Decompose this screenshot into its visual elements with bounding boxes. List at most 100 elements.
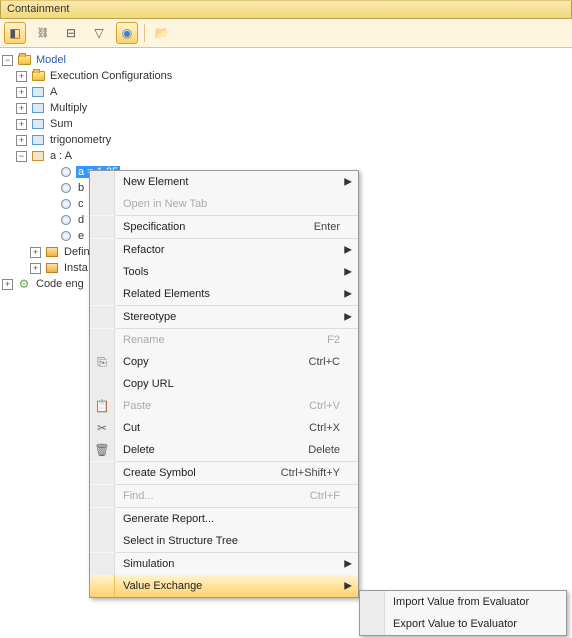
leaf-icon bbox=[44, 231, 55, 242]
expand-icon[interactable]: + bbox=[2, 279, 13, 290]
collapse-icon[interactable]: − bbox=[16, 151, 27, 162]
package-icon bbox=[31, 86, 45, 98]
blank-icon bbox=[90, 193, 115, 215]
expand-icon[interactable]: + bbox=[16, 135, 27, 146]
slot-icon bbox=[59, 214, 73, 226]
tree-node[interactable]: + trigonometry bbox=[2, 132, 570, 148]
expand-icon[interactable]: + bbox=[16, 71, 27, 82]
menu-copy[interactable]: ⎘ Copy Ctrl+C bbox=[90, 351, 358, 373]
blank-icon bbox=[90, 575, 115, 597]
package-icon bbox=[31, 118, 45, 130]
blank-icon bbox=[360, 591, 385, 613]
submenu-arrow-icon: ▶ bbox=[344, 289, 352, 300]
blank-icon bbox=[90, 239, 115, 261]
tree-root[interactable]: − Model bbox=[2, 52, 570, 68]
expand-icon[interactable]: + bbox=[30, 263, 41, 274]
cut-icon: ✂ bbox=[90, 417, 115, 439]
menu-copy-url[interactable]: Copy URL bbox=[90, 373, 358, 395]
tree-label: Insta bbox=[62, 262, 90, 274]
tree-node[interactable]: + Sum bbox=[2, 116, 570, 132]
folder-icon bbox=[31, 70, 45, 82]
blank-icon bbox=[90, 283, 115, 305]
toolbar: ◧ ⛓ ⊟ ▽ ◉ 📂 bbox=[0, 19, 572, 48]
tree-node[interactable]: + Execution Configurations bbox=[2, 68, 570, 84]
folder-open-icon: 📂 bbox=[155, 26, 170, 40]
tree-label: Execution Configurations bbox=[48, 70, 174, 82]
filter-icon: ▽ bbox=[94, 26, 103, 40]
paste-icon: 📋 bbox=[90, 395, 115, 417]
submenu-export-value[interactable]: Export Value to Evaluator bbox=[360, 613, 566, 635]
blank-icon bbox=[90, 329, 115, 351]
leaf-icon bbox=[44, 215, 55, 226]
toolbar-btn-2[interactable]: ⛓ bbox=[32, 22, 54, 44]
tree-label: trigonometry bbox=[48, 134, 113, 146]
submenu-arrow-icon: ▶ bbox=[344, 312, 352, 323]
tree-label: e bbox=[76, 230, 86, 242]
toolbar-btn-5[interactable]: ◉ bbox=[116, 22, 138, 44]
submenu-arrow-icon: ▶ bbox=[344, 245, 352, 256]
blank-icon bbox=[90, 462, 115, 484]
blank-icon bbox=[90, 530, 115, 552]
context-menu: New Element ▶ Open in New Tab Specificat… bbox=[89, 170, 359, 598]
menu-related-elements[interactable]: Related Elements ▶ bbox=[90, 283, 358, 305]
definition-icon bbox=[45, 246, 59, 258]
tree-label: c bbox=[76, 198, 86, 210]
tree-label: Sum bbox=[48, 118, 75, 130]
toolbar-separator bbox=[144, 24, 145, 42]
toolbar-btn-4[interactable]: ▽ bbox=[88, 22, 110, 44]
instance-icon bbox=[31, 150, 45, 162]
slot-icon bbox=[59, 198, 73, 210]
menu-create-symbol[interactable]: Create Symbol Ctrl+Shift+Y bbox=[90, 462, 358, 484]
tree-node[interactable]: + A bbox=[2, 84, 570, 100]
leaf-icon bbox=[44, 183, 55, 194]
slot-icon bbox=[59, 166, 73, 178]
tree-label: Multiply bbox=[48, 102, 89, 114]
expand-icon[interactable]: + bbox=[30, 247, 41, 258]
model-icon bbox=[17, 54, 31, 66]
tree-label: d bbox=[76, 214, 86, 226]
tree-node[interactable]: + Multiply bbox=[2, 100, 570, 116]
slot-icon bbox=[59, 182, 73, 194]
toolbar-btn-1[interactable]: ◧ bbox=[4, 22, 26, 44]
trash-icon: 🗑 bbox=[90, 439, 115, 461]
panel-title: Containment bbox=[0, 0, 572, 19]
menu-tools[interactable]: Tools ▶ bbox=[90, 261, 358, 283]
value-exchange-submenu: Import Value from Evaluator Export Value… bbox=[359, 590, 567, 636]
menu-cut[interactable]: ✂ Cut Ctrl+X bbox=[90, 417, 358, 439]
menu-find: Find... Ctrl+F bbox=[90, 485, 358, 507]
package-icon bbox=[31, 134, 45, 146]
tree-node-instance[interactable]: − a : A bbox=[2, 148, 570, 164]
submenu-arrow-icon: ▶ bbox=[344, 559, 352, 570]
link-icon: ⛓ bbox=[37, 28, 50, 39]
submenu-arrow-icon: ▶ bbox=[344, 267, 352, 278]
copy-icon: ⎘ bbox=[90, 351, 115, 373]
toolbar-btn-open[interactable]: 📂 bbox=[151, 22, 173, 44]
submenu-arrow-icon: ▶ bbox=[344, 581, 352, 592]
menu-new-element[interactable]: New Element ▶ bbox=[90, 171, 358, 193]
blank-icon bbox=[90, 553, 115, 575]
menu-specification[interactable]: Specification Enter bbox=[90, 216, 358, 238]
gear-icon: ⚙ bbox=[17, 278, 31, 290]
expand-icon[interactable]: + bbox=[16, 87, 27, 98]
menu-generate-report[interactable]: Generate Report... bbox=[90, 508, 358, 530]
menu-value-exchange[interactable]: Value Exchange ▶ bbox=[90, 575, 358, 597]
tree-label: A bbox=[48, 86, 59, 98]
menu-refactor[interactable]: Refactor ▶ bbox=[90, 239, 358, 261]
collapse-icon[interactable]: − bbox=[2, 55, 13, 66]
tree-label: Model bbox=[34, 54, 68, 66]
menu-simulation[interactable]: Simulation ▶ bbox=[90, 553, 358, 575]
blank-icon bbox=[90, 485, 115, 507]
legend-icon: ◉ bbox=[122, 26, 132, 40]
menu-select-structure[interactable]: Select in Structure Tree bbox=[90, 530, 358, 552]
submenu-import-value[interactable]: Import Value from Evaluator bbox=[360, 591, 566, 613]
menu-delete[interactable]: 🗑 Delete Delete bbox=[90, 439, 358, 461]
menu-stereotype[interactable]: Stereotype ▶ bbox=[90, 306, 358, 328]
blank-icon bbox=[90, 261, 115, 283]
tree-label: a : A bbox=[48, 150, 74, 162]
slot-icon bbox=[59, 230, 73, 242]
leaf-icon bbox=[44, 199, 55, 210]
tree-label: Code eng bbox=[34, 278, 86, 290]
expand-icon[interactable]: + bbox=[16, 119, 27, 130]
toolbar-btn-3[interactable]: ⊟ bbox=[60, 22, 82, 44]
expand-icon[interactable]: + bbox=[16, 103, 27, 114]
